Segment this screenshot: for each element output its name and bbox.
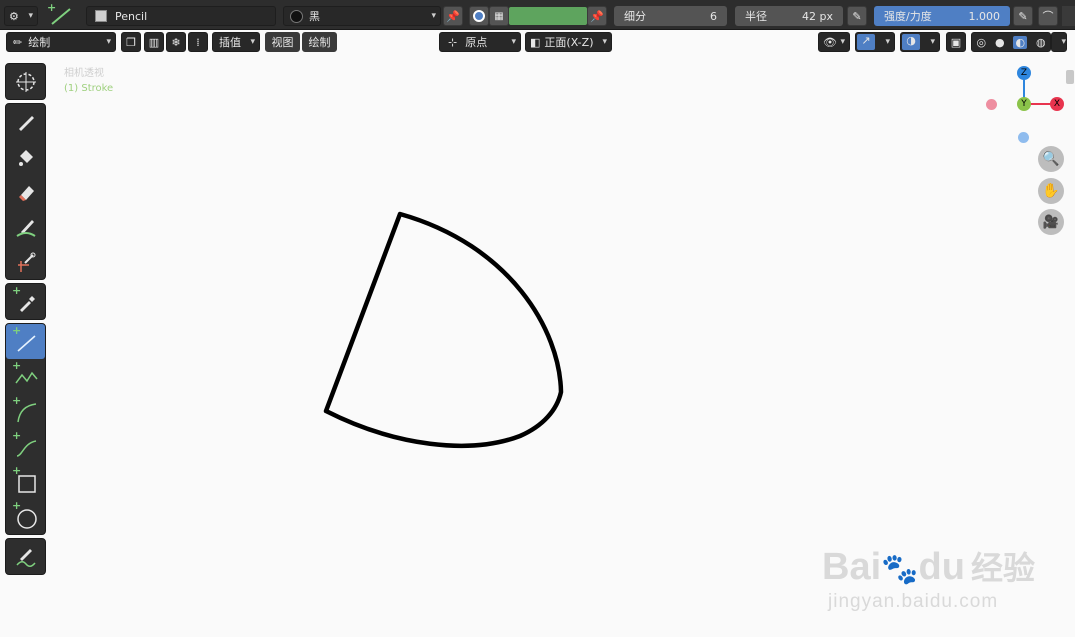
- pan-button[interactable]: ✋: [1038, 178, 1064, 204]
- watermark-logo: Bai🐾du 经验: [822, 543, 1035, 589]
- camera-view-button[interactable]: 🎥: [1038, 209, 1064, 235]
- paw-icon: 🐾: [881, 553, 919, 586]
- zoom-button[interactable]: 🔍: [1038, 146, 1064, 172]
- z-axis-handle[interactable]: Z: [1017, 66, 1031, 80]
- watermark-brand-du: du: [918, 546, 965, 588]
- x-axis-handle[interactable]: X: [1050, 97, 1064, 111]
- y-axis-handle[interactable]: Y: [1017, 97, 1031, 111]
- watermark-url: jingyan.baidu.com: [828, 591, 999, 612]
- navigation-gizmo[interactable]: Z Y X: [980, 62, 1070, 152]
- y-axis-label: Y: [1021, 99, 1027, 109]
- drawing-canvas[interactable]: [0, 0, 1075, 637]
- zoom-icon: 🔍: [1042, 151, 1060, 167]
- neg-z-axis-handle[interactable]: [1018, 132, 1029, 143]
- neg-x-axis-handle[interactable]: [986, 99, 997, 110]
- x-axis-label: X: [1053, 99, 1061, 109]
- watermark-brand-cn: 经验: [970, 550, 1035, 586]
- sidebar-toggle[interactable]: [1066, 70, 1074, 84]
- watermark-brand: Bai: [822, 546, 882, 588]
- z-axis-label: Z: [1020, 68, 1028, 78]
- hand-icon: ✋: [1042, 183, 1060, 199]
- camera-icon: 🎥: [1042, 214, 1060, 230]
- grease-pencil-stroke: [323, 211, 564, 448]
